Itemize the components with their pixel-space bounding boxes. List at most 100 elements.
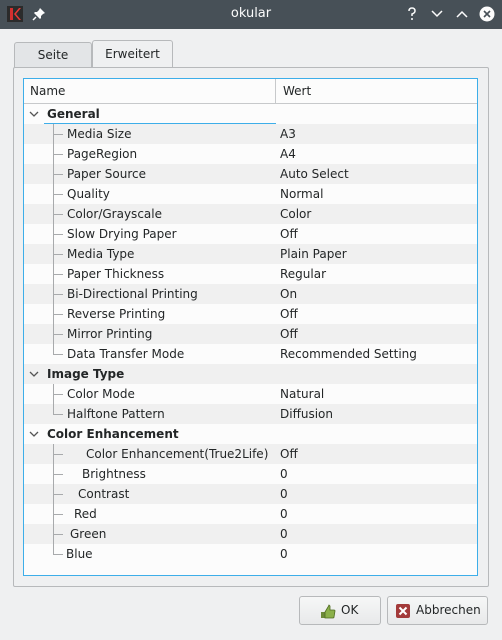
- tree-guide-line: [53, 404, 54, 414]
- tree-guide-line: [53, 254, 63, 255]
- chevron-down-icon[interactable]: [29, 370, 39, 378]
- tree-item-row[interactable]: Bi-Directional Printing On: [24, 284, 477, 304]
- tab-seite[interactable]: Seite: [14, 42, 92, 68]
- tree-item-value[interactable]: Off: [280, 444, 298, 464]
- tree-item-value[interactable]: On: [280, 284, 297, 304]
- tab-erweitert[interactable]: Erweitert: [92, 40, 173, 68]
- tree-item-row[interactable]: PageRegion A4: [24, 144, 477, 164]
- tree-item-value[interactable]: Natural: [280, 384, 324, 404]
- chevron-down-icon[interactable]: [29, 430, 39, 438]
- tree-item-value[interactable]: Recommended Setting: [280, 344, 417, 364]
- tab-label: Seite: [37, 48, 69, 62]
- help-icon[interactable]: [404, 6, 420, 22]
- tree-item-name: Reverse Printing: [67, 307, 166, 321]
- title-bar: okular: [0, 0, 502, 29]
- tree-item-value[interactable]: Normal: [280, 184, 323, 204]
- tree-guide-line: [53, 544, 54, 554]
- tree-item-row[interactable]: Reverse Printing Off: [24, 304, 477, 324]
- tree-item-name: Media Size: [67, 127, 132, 141]
- chevron-up-icon[interactable]: [454, 6, 470, 22]
- close-icon[interactable]: [479, 6, 495, 22]
- tree-group-row[interactable]: General: [24, 104, 477, 124]
- tree-group-row[interactable]: Color Enhancement: [24, 424, 477, 444]
- tree-item-row[interactable]: Data Transfer Mode Recommended Setting: [24, 344, 477, 364]
- tree-header: Name Wert: [24, 79, 477, 104]
- tree-item-row[interactable]: Brightness 0: [24, 464, 477, 484]
- tree-item-value[interactable]: Diffusion: [280, 404, 333, 424]
- tree-guide-line: [53, 234, 63, 235]
- chevron-down-icon[interactable]: [429, 6, 445, 22]
- tree-item-row[interactable]: Green 0: [24, 524, 477, 544]
- tree-guide-line: [53, 154, 63, 155]
- tree-item-row[interactable]: Contrast 0: [24, 484, 477, 504]
- tree-item-value[interactable]: Off: [280, 304, 298, 324]
- options-tree[interactable]: Name Wert General Media Size A3 PageRegion A…: [23, 78, 478, 576]
- tree-item-name: Color Mode: [67, 387, 135, 401]
- column-header-name[interactable]: Name: [24, 79, 276, 103]
- tree-item-value[interactable]: A3: [280, 124, 296, 144]
- tree-guide-line: [53, 314, 63, 315]
- tree-item-row[interactable]: Quality Normal: [24, 184, 477, 204]
- tree-item-value[interactable]: Plain Paper: [280, 244, 347, 264]
- tree-item-value[interactable]: Off: [280, 224, 298, 244]
- tree-item-row[interactable]: Slow Drying Paper Off: [24, 224, 477, 244]
- tree-item-row[interactable]: Mirror Printing Off: [24, 324, 477, 344]
- tree-guide-line: [53, 174, 63, 175]
- tree-item-row[interactable]: Media Size A3: [24, 124, 477, 144]
- tree-group-label: General: [47, 107, 100, 121]
- tree-guide-line: [53, 534, 63, 535]
- tree-item-row[interactable]: Red 0: [24, 504, 477, 524]
- tree-group-row[interactable]: Image Type: [24, 364, 477, 384]
- tree-item-name: Brightness: [82, 467, 146, 481]
- tree-guide-line: [53, 354, 63, 355]
- tree-guide-line: [53, 414, 63, 415]
- tree-guide-line: [53, 274, 63, 275]
- tab-label: Erweitert: [105, 47, 160, 61]
- tree-item-name: Paper Thickness: [67, 267, 165, 281]
- tree-item-value[interactable]: Off: [280, 324, 298, 344]
- tree-item-name: Data Transfer Mode: [67, 347, 185, 361]
- tree-item-name: Red: [74, 507, 97, 521]
- tree-item-name: Green: [70, 527, 107, 541]
- tree-item-value[interactable]: Color: [280, 204, 311, 224]
- tree-item-name: Slow Drying Paper: [67, 227, 177, 241]
- tree-item-value[interactable]: 0: [280, 544, 288, 564]
- tree-item-value[interactable]: 0: [280, 504, 288, 524]
- tree-item-name: Media Type: [67, 247, 135, 261]
- tree-item-name: Bi-Directional Printing: [67, 287, 198, 301]
- tree-item-row[interactable]: Color/Grayscale Color: [24, 204, 477, 224]
- tree-item-value[interactable]: Auto Select: [280, 164, 349, 184]
- tree-group-label: Color Enhancement: [47, 427, 179, 441]
- tree-item-value[interactable]: Regular: [280, 264, 326, 284]
- tree-item-name: Halftone Pattern: [67, 407, 165, 421]
- tree-item-row[interactable]: Paper Thickness Regular: [24, 264, 477, 284]
- tree-item-name: Paper Source: [67, 167, 147, 181]
- column-header-value[interactable]: Wert: [277, 79, 311, 103]
- tree-item-value[interactable]: 0: [280, 484, 288, 504]
- cancel-button[interactable]: Abbrechen: [387, 596, 488, 625]
- tree-guide-line: [53, 514, 63, 515]
- window-title: okular: [230, 6, 272, 21]
- tree-item-name: PageRegion: [67, 147, 138, 161]
- tree-item-value[interactable]: A4: [280, 144, 296, 164]
- tree-item-row[interactable]: Color Enhancement(True2Life) Off: [24, 444, 477, 464]
- tree-item-name: Contrast: [78, 487, 130, 501]
- tree-item-row[interactable]: Media Type Plain Paper: [24, 244, 477, 264]
- tree-item-name: Quality: [67, 187, 110, 201]
- tree-item-value[interactable]: 0: [280, 464, 288, 484]
- tree-group-label: Image Type: [47, 367, 125, 381]
- cancel-x-icon: [396, 604, 410, 618]
- ok-button[interactable]: OK: [299, 596, 381, 625]
- tree-guide-line: [53, 394, 63, 395]
- tree-item-name: Color Enhancement(True2Life): [86, 447, 269, 461]
- chevron-down-icon[interactable]: [29, 110, 39, 118]
- tree-guide-line: [53, 494, 63, 495]
- tree-item-row[interactable]: Paper Source Auto Select: [24, 164, 477, 184]
- tree-item-row[interactable]: Color Mode Natural: [24, 384, 477, 404]
- cancel-button-label: Abbrechen: [416, 603, 481, 617]
- tree-guide-line: [53, 344, 54, 354]
- tree-item-value[interactable]: 0: [280, 524, 288, 544]
- tree-item-row[interactable]: Blue 0: [24, 544, 477, 564]
- checkmark-hand-icon: [321, 604, 336, 619]
- tree-item-row[interactable]: Halftone Pattern Diffusion: [24, 404, 477, 424]
